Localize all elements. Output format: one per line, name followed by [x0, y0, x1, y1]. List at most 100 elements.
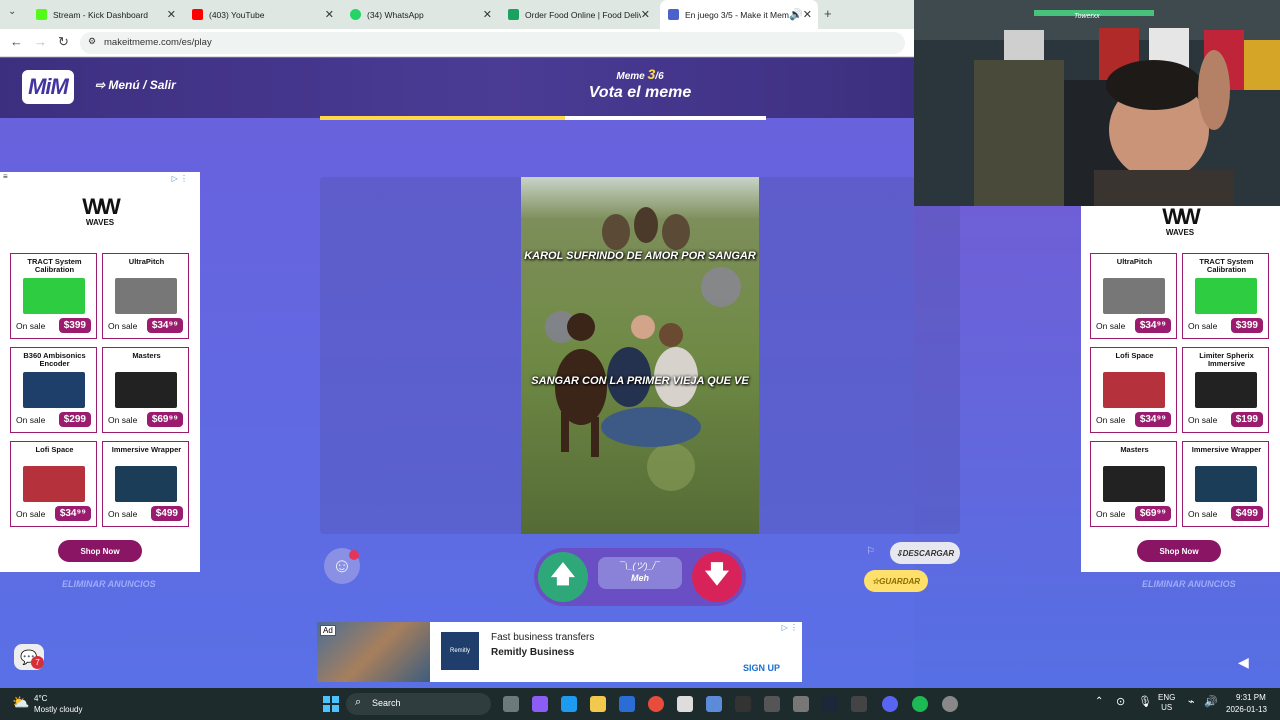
- notification-dot: [349, 550, 359, 560]
- right-ad-panel[interactable]: WW WAVES UltraPitch On sale $34⁹⁹ TRACT Sys…: [1081, 206, 1280, 572]
- waves-brand: WAVES: [85, 218, 115, 227]
- tray-icon[interactable]: ⊙: [1116, 695, 1125, 708]
- on-sale-label: On sale: [16, 415, 46, 425]
- product-image: [23, 278, 85, 314]
- shop-now-button[interactable]: Shop Now: [1137, 540, 1221, 562]
- ad-choices-icon[interactable]: ▷ ⋮: [172, 174, 188, 183]
- ad-product-card[interactable]: TRACT System Calibration On sale $399: [10, 253, 97, 339]
- mic-icon[interactable]: 🎙: [1138, 695, 1152, 708]
- ad-menu-icon[interactable]: ≡: [3, 172, 8, 181]
- tools-icon[interactable]: [764, 696, 780, 712]
- outlook-icon[interactable]: [619, 696, 635, 712]
- clock-time[interactable]: 9:31 PM: [1236, 693, 1266, 702]
- url-text: makeitmeme.com/es/play: [104, 37, 212, 48]
- page-title: Vota el meme: [588, 84, 692, 101]
- product-image: [1103, 372, 1165, 408]
- remove-ads-link[interactable]: ELIMINAR ANUNCIOS: [1142, 579, 1236, 589]
- on-sale-label: On sale: [1096, 415, 1126, 425]
- ad-product-card[interactable]: TRACT System Calibration On sale $399: [1182, 253, 1269, 339]
- waves-logo: WW WAVES: [1160, 206, 1201, 238]
- ad-product-card[interactable]: Limiter Spherix Immersive On sale $199: [1182, 347, 1269, 433]
- ad-product-card[interactable]: Immersive Wrapper On sale $499: [1182, 441, 1269, 527]
- copilot-icon[interactable]: [532, 696, 548, 712]
- save-button[interactable]: ☆ GUARDAR: [864, 570, 928, 592]
- close-icon[interactable]: ✕: [640, 8, 650, 21]
- close-icon[interactable]: 🔊✕: [789, 8, 812, 21]
- ad-product-card[interactable]: Immersive Wrapper On sale $499: [102, 441, 189, 527]
- language-indicator[interactable]: ENG US: [1158, 693, 1175, 713]
- mim-logo[interactable]: MiM: [22, 70, 74, 104]
- arrow-down-icon: 🡇: [704, 560, 730, 588]
- tab-food-order[interactable]: Order Food Online | Food Deliv ✕: [500, 0, 658, 29]
- product-name: TRACT System Calibration: [1199, 257, 1254, 274]
- edge-icon[interactable]: [561, 696, 577, 712]
- ad-product-card[interactable]: UltraPitch On sale $34⁹⁹: [102, 253, 189, 339]
- meh-button[interactable]: ¯\_(ツ)_/¯ Meh: [598, 557, 682, 589]
- ad-product-card[interactable]: UltraPitch On sale $34⁹⁹: [1090, 253, 1177, 339]
- tab-search-icon[interactable]: ⌄: [8, 6, 16, 17]
- ad-product-card[interactable]: Masters On sale $69⁹⁹: [1090, 441, 1177, 527]
- tray-chevron-icon[interactable]: ⌃: [1095, 696, 1103, 707]
- product-name: UltraPitch: [128, 257, 165, 266]
- speaker-icon[interactable]: ◀: [1238, 654, 1249, 671]
- ad-product-card[interactable]: Lofi Space On sale $34⁹⁹: [1090, 347, 1177, 433]
- shop-now-button[interactable]: Shop Now: [58, 540, 142, 562]
- windows-start-icon[interactable]: [323, 696, 339, 712]
- download-icon: ⇩: [895, 548, 903, 558]
- back-icon[interactable]: ←: [10, 34, 23, 49]
- weather-desc[interactable]: Mostly cloudy: [34, 705, 82, 714]
- spotify-icon[interactable]: [912, 696, 928, 712]
- app-icon[interactable]: [706, 696, 722, 712]
- ad-choices-icon[interactable]: ▷ ⋮: [782, 623, 798, 632]
- tab-whatsapp[interactable]: (34) WhatsApp ✕: [342, 0, 500, 29]
- clock-date[interactable]: 2026-01-13: [1226, 705, 1267, 714]
- network-icon[interactable]: ⌁: [1188, 695, 1195, 708]
- lang-label: ENG: [1158, 693, 1176, 702]
- downvote-button[interactable]: 🡇: [692, 552, 742, 602]
- tab-kick[interactable]: Stream - Kick Dashboard ✕: [28, 0, 184, 29]
- chrome-icon[interactable]: [648, 696, 664, 712]
- ad-product-card[interactable]: B360 Ambisonics Encoder On sale $299: [10, 347, 97, 433]
- notepad-icon[interactable]: [793, 696, 809, 712]
- app-icon-2[interactable]: [735, 696, 751, 712]
- signup-button[interactable]: SIGN UP: [743, 663, 780, 673]
- menu-exit-link[interactable]: ⇨ Menú / Salir: [95, 78, 176, 92]
- tab-makeitmeme[interactable]: En juego 3/5 - Make it Mem 🔊✕: [660, 0, 818, 29]
- discord-icon[interactable]: [882, 696, 898, 712]
- forward-icon[interactable]: →: [34, 34, 47, 49]
- volume-icon[interactable]: 🔊: [1204, 695, 1218, 708]
- new-tab-button[interactable]: +: [824, 6, 832, 21]
- bottom-ad-banner[interactable]: Ad Remitly Fast business transfers Remit…: [317, 622, 802, 682]
- close-icon[interactable]: ✕: [325, 8, 334, 21]
- product-name: UltraPitch: [1116, 257, 1153, 266]
- reload-icon[interactable]: ↻: [58, 34, 69, 50]
- weather-temp[interactable]: 4°C: [34, 694, 47, 703]
- upvote-button[interactable]: 🡅: [538, 552, 588, 602]
- store-icon[interactable]: [677, 696, 693, 712]
- close-icon[interactable]: ✕: [483, 8, 492, 21]
- report-flag-icon[interactable]: ⚐: [866, 546, 875, 557]
- price-badge: $34⁹⁹: [1134, 412, 1171, 427]
- price-badge: $34⁹⁹: [1134, 318, 1171, 333]
- left-ad-panel[interactable]: ▷ ⋮ ≡ WW WAVES TRACT System Calibration O…: [0, 172, 200, 572]
- tab-youtube[interactable]: (403) YouTube ✕: [184, 0, 342, 29]
- ad-product-card[interactable]: Masters On sale $69⁹⁹: [102, 347, 189, 433]
- site-info-icon[interactable]: ⚙: [88, 36, 96, 47]
- meme-label: Meme: [616, 71, 645, 82]
- waves-brand: WAVES: [1165, 228, 1195, 237]
- editor-icon[interactable]: [851, 696, 867, 712]
- file-explorer-icon[interactable]: [590, 696, 606, 712]
- taskbar-search[interactable]: ⌕ Search: [346, 693, 491, 715]
- obs-icon[interactable]: [942, 696, 958, 712]
- remove-ads-link[interactable]: ELIMINAR ANUNCIOS: [62, 579, 156, 589]
- task-view-icon[interactable]: [503, 696, 519, 712]
- ad-product-card[interactable]: Lofi Space On sale $34⁹⁹: [10, 441, 97, 527]
- on-sale-label: On sale: [1188, 321, 1218, 331]
- address-bar[interactable]: ⚙ makeitmeme.com/es/play: [80, 32, 905, 54]
- search-label: Search: [372, 698, 401, 708]
- save-label: GUARDAR: [879, 576, 921, 586]
- steam-icon[interactable]: [822, 696, 838, 712]
- tab-label: (403) YouTube: [209, 9, 265, 20]
- close-icon[interactable]: ✕: [167, 8, 176, 21]
- download-button[interactable]: ⇩ DESCARGAR: [890, 542, 960, 564]
